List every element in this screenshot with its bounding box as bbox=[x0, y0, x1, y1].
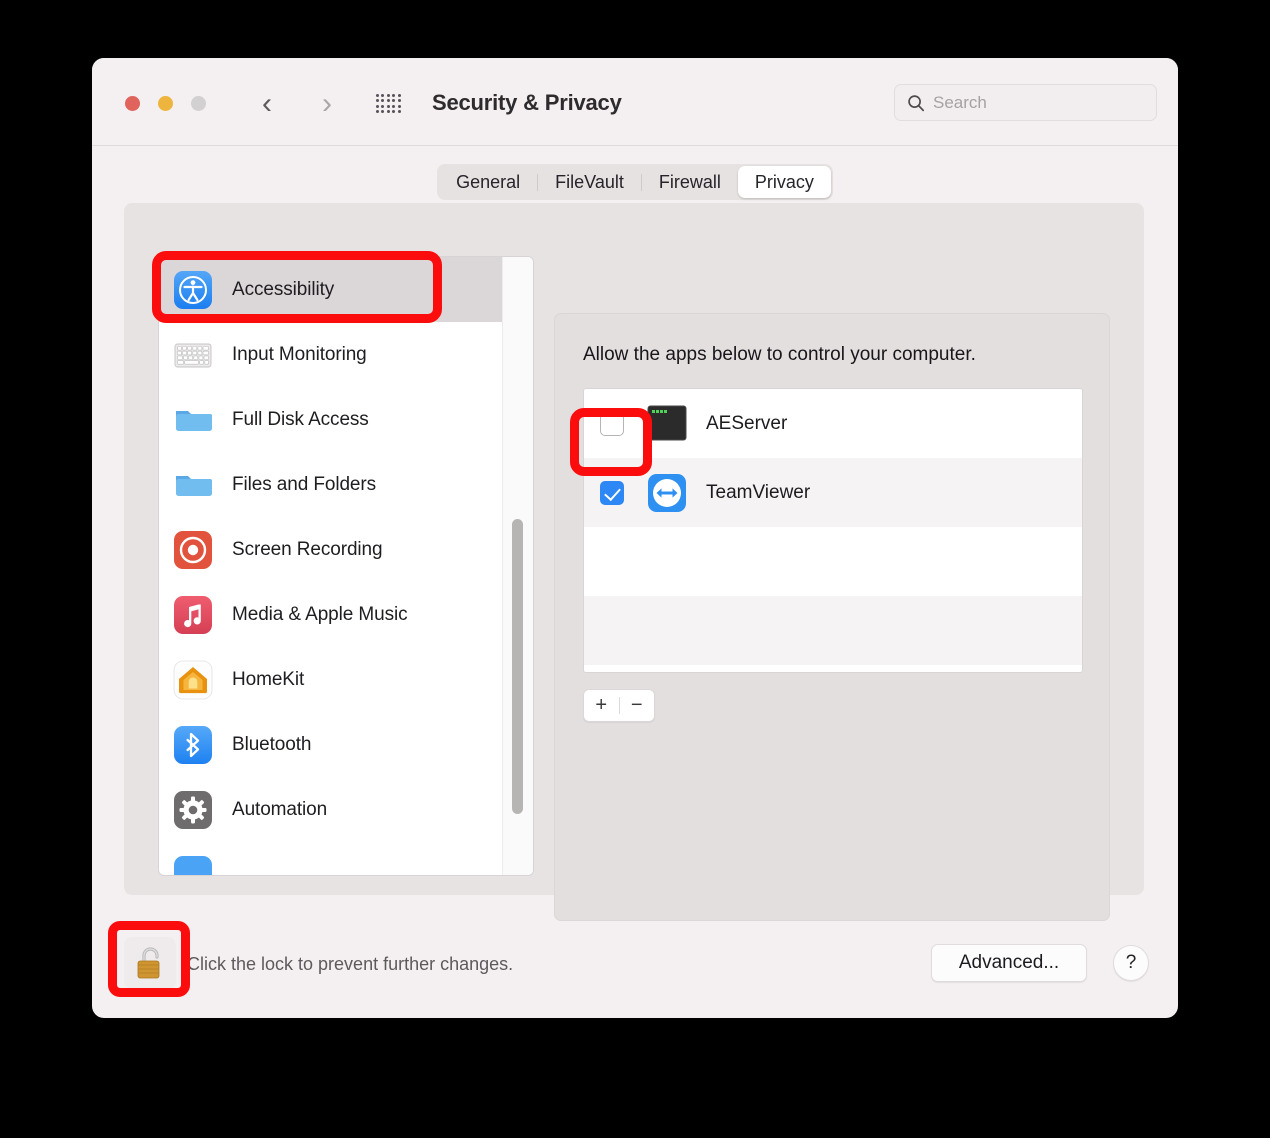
allowed-apps-list[interactable]: AEServer TeamViewer bbox=[583, 388, 1083, 673]
privacy-category-sidebar: Accessibility Input Monitoring Full Disk… bbox=[158, 256, 534, 876]
tab-firewall[interactable]: Firewall bbox=[642, 166, 738, 198]
accessibility-icon bbox=[174, 270, 212, 309]
close-button[interactable] bbox=[125, 96, 140, 111]
sidebar-scrollbar[interactable] bbox=[502, 257, 533, 875]
screen-recording-icon bbox=[174, 530, 212, 569]
sidebar-item-label: Media & Apple Music bbox=[232, 603, 408, 625]
app-name: TeamViewer bbox=[706, 481, 811, 503]
tab-bar: General FileVault Firewall Privacy bbox=[92, 164, 1178, 200]
zoom-button[interactable] bbox=[191, 96, 206, 111]
window-titlebar: ‹ › Security & Privacy bbox=[92, 58, 1178, 146]
music-note-icon bbox=[174, 595, 212, 634]
search-input[interactable] bbox=[933, 92, 1133, 113]
unlocked-padlock-icon bbox=[137, 947, 160, 979]
folder-icon bbox=[176, 475, 212, 496]
app-checkbox-teamviewer[interactable] bbox=[600, 480, 624, 505]
back-button[interactable]: ‹ bbox=[252, 88, 282, 120]
sidebar-item-label: Automation bbox=[232, 798, 328, 820]
sidebar-item-label: Accessibility bbox=[232, 278, 335, 300]
keyboard-icon bbox=[174, 343, 212, 367]
sidebar-item-automation[interactable]: Automation bbox=[159, 777, 502, 842]
sidebar-item-label: Full Disk Access bbox=[232, 408, 369, 430]
page-title: Security & Privacy bbox=[432, 90, 622, 115]
lock-status-text: Click the lock to prevent further change… bbox=[187, 954, 514, 974]
search-field[interactable] bbox=[894, 84, 1157, 121]
terminal-icon bbox=[647, 405, 687, 440]
sidebar-item-files-and-folders[interactable]: Files and Folders bbox=[159, 452, 502, 517]
gear-icon bbox=[174, 790, 212, 829]
table-row-empty bbox=[584, 527, 1082, 596]
sidebar-item-label: Files and Folders bbox=[232, 473, 377, 495]
sidebar-item-partial[interactable] bbox=[159, 842, 502, 875]
sidebar-item-bluetooth[interactable]: Bluetooth bbox=[159, 712, 502, 777]
privacy-category-list[interactable]: Accessibility Input Monitoring Full Disk… bbox=[159, 257, 503, 875]
advanced-button[interactable]: Advanced... bbox=[931, 944, 1087, 982]
sidebar-item-label: Bluetooth bbox=[232, 733, 312, 755]
add-app-button[interactable]: + bbox=[584, 690, 619, 721]
scrollbar-thumb[interactable] bbox=[512, 519, 524, 814]
sidebar-item-homekit[interactable]: HomeKit bbox=[159, 647, 502, 712]
table-row[interactable]: TeamViewer bbox=[584, 458, 1082, 527]
tab-filevault[interactable]: FileVault bbox=[538, 166, 641, 198]
minimize-button[interactable] bbox=[158, 96, 173, 111]
sidebar-item-label: Screen Recording bbox=[232, 538, 383, 560]
folder-icon bbox=[176, 410, 212, 431]
search-icon bbox=[908, 94, 925, 111]
grid-view-icon[interactable] bbox=[376, 94, 402, 114]
table-row-empty bbox=[584, 665, 1082, 672]
sidebar-item-media-apple-music[interactable]: Media & Apple Music bbox=[159, 582, 502, 647]
app-checkbox-aeserver[interactable] bbox=[600, 411, 624, 436]
sidebar-item-label: HomeKit bbox=[232, 668, 305, 690]
sidebar-item-accessibility[interactable]: Accessibility bbox=[159, 257, 503, 322]
window-footer: Click the lock to prevent further change… bbox=[92, 923, 1178, 1018]
app-permissions-panel: Allow the apps below to control your com… bbox=[554, 313, 1110, 921]
sidebar-item-full-disk-access[interactable]: Full Disk Access bbox=[159, 387, 502, 452]
add-remove-control[interactable]: + − bbox=[583, 689, 655, 722]
bluetooth-icon bbox=[174, 725, 212, 764]
lock-button[interactable] bbox=[124, 937, 176, 989]
forward-button[interactable]: › bbox=[312, 88, 342, 120]
system-preferences-window: ‹ › Security & Privacy General FileVault… bbox=[92, 58, 1178, 1018]
table-row[interactable]: AEServer bbox=[584, 389, 1082, 458]
app-name: AEServer bbox=[706, 412, 788, 434]
tab-privacy[interactable]: Privacy bbox=[737, 166, 831, 198]
teamviewer-icon bbox=[648, 473, 686, 512]
sidebar-item-screen-recording[interactable]: Screen Recording bbox=[159, 517, 502, 582]
panel-description: Allow the apps below to control your com… bbox=[583, 344, 976, 365]
sidebar-item-label: Input Monitoring bbox=[232, 343, 367, 365]
content-panel: Accessibility Input Monitoring Full Disk… bbox=[124, 203, 1144, 921]
sidebar-item-input-monitoring[interactable]: Input Monitoring bbox=[159, 322, 502, 387]
app-management-icon bbox=[174, 855, 212, 875]
table-row-empty bbox=[584, 596, 1082, 665]
help-button[interactable]: ? bbox=[1113, 945, 1149, 981]
tab-general[interactable]: General bbox=[439, 166, 537, 198]
home-icon bbox=[173, 660, 213, 699]
remove-app-button[interactable]: − bbox=[620, 690, 655, 721]
